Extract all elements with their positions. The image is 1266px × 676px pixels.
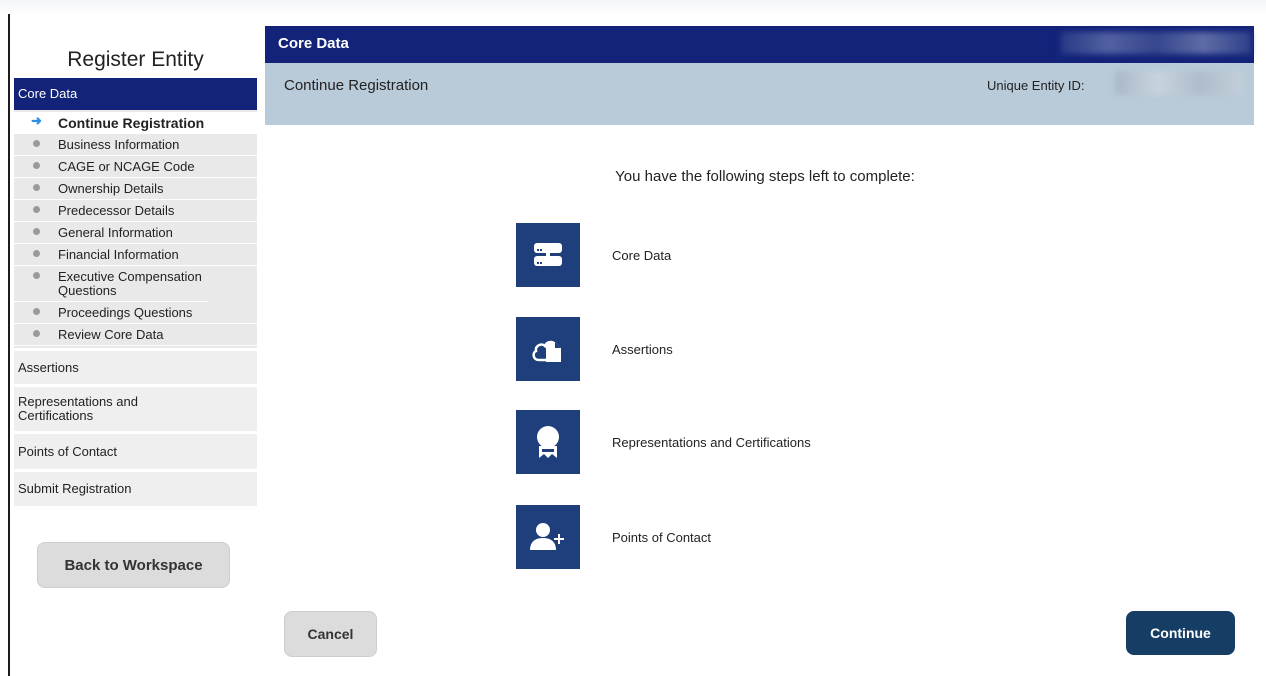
sidebar-section-points-of-contact[interactable]: Points of Contact: [14, 434, 257, 469]
sidebar-title: Register Entity: [67, 48, 204, 71]
sidebar-step-financial-information[interactable]: Financial Information: [14, 244, 257, 266]
sidebar-step-business-information[interactable]: Business Information: [14, 134, 257, 156]
task-label: Representations and Certifications: [612, 434, 811, 450]
user-add-icon: [516, 505, 580, 569]
task-label: Points of Contact: [612, 529, 711, 545]
back-to-workspace-button[interactable]: Back to Workspace: [37, 542, 230, 588]
sidebar-section-reps-certs[interactable]: Representations and Certifications: [14, 387, 257, 431]
continue-button[interactable]: Continue: [1126, 611, 1235, 655]
bullet-icon: [33, 140, 40, 147]
sidebar-step-general-information[interactable]: General Information: [14, 222, 257, 244]
sidebar-step-cage-code[interactable]: CAGE or NCAGE Code: [14, 156, 257, 178]
task-core-data[interactable]: Core Data: [516, 223, 671, 287]
sidebar-steps: ➜ Continue Registration Business Informa…: [14, 110, 257, 348]
unique-entity-id-label: Unique Entity ID:: [987, 78, 1085, 93]
task-points-of-contact[interactable]: Points of Contact: [516, 505, 711, 569]
task-label: Assertions: [612, 341, 673, 357]
sidebar-step-label: Review Core Data: [58, 327, 164, 342]
sidebar-step-label: Executive Compensation Questions: [58, 269, 202, 298]
bullet-icon: [33, 184, 40, 191]
award-ribbon-icon: [516, 410, 580, 474]
bullet-icon: [33, 228, 40, 235]
steps-intro-text: You have the following steps left to com…: [615, 168, 915, 185]
current-step-arrow-icon: ➜: [31, 113, 42, 128]
bullet-icon: [33, 250, 40, 257]
sidebar-step-label: Predecessor Details: [58, 203, 175, 218]
sidebar-section-core-data[interactable]: Core Data: [14, 78, 257, 110]
sidebar-step-label: Continue Registration: [58, 115, 205, 131]
bullet-icon: [33, 206, 40, 213]
sidebar-step-continue-registration[interactable]: ➜ Continue Registration: [14, 112, 257, 134]
main-header: Core Data: [265, 26, 1254, 63]
redacted-entity-name: [1061, 32, 1251, 54]
task-label: Core Data: [612, 247, 672, 263]
sidebar-step-label: Ownership Details: [58, 181, 164, 196]
left-border: [8, 14, 10, 676]
task-representations-certifications[interactable]: Representations and Certifications: [516, 410, 811, 474]
sidebar-step-predecessor-details[interactable]: Predecessor Details: [14, 200, 257, 222]
sidebar-section-assertions[interactable]: Assertions: [14, 351, 257, 384]
sidebar-step-label: Proceedings Questions: [58, 305, 193, 320]
sidebar-step-proceedings-questions[interactable]: Proceedings Questions: [14, 302, 257, 324]
redacted-unique-entity-id: [1115, 71, 1243, 95]
sidebar: Register Entity Core Data ➜ Continue Reg…: [14, 40, 257, 588]
sidebar-step-label: CAGE or NCAGE Code: [58, 159, 195, 174]
sidebar-section-submit-registration[interactable]: Submit Registration: [14, 472, 257, 506]
sidebar-step-label: General Information: [58, 225, 173, 240]
bullet-icon: [33, 272, 40, 279]
sidebar-step-executive-compensation[interactable]: Executive Compensation Questions: [14, 266, 208, 302]
bullet-icon: [33, 162, 40, 169]
page-title: Core Data: [278, 35, 349, 52]
top-strip: [0, 0, 1266, 16]
sidebar-step-label: Financial Information: [58, 247, 179, 262]
bullet-icon: [33, 330, 40, 337]
cancel-button[interactable]: Cancel: [284, 611, 377, 657]
cloud-document-icon: [516, 317, 580, 381]
subheader-title: Continue Registration: [284, 77, 429, 94]
sidebar-step-review-core-data[interactable]: Review Core Data: [14, 324, 257, 346]
server-icon: [516, 223, 580, 287]
task-assertions[interactable]: Assertions: [516, 317, 673, 381]
subheader: Continue Registration Unique Entity ID:: [265, 63, 1254, 125]
bullet-icon: [33, 308, 40, 315]
sidebar-step-ownership-details[interactable]: Ownership Details: [14, 178, 257, 200]
sidebar-step-label: Business Information: [58, 137, 180, 152]
